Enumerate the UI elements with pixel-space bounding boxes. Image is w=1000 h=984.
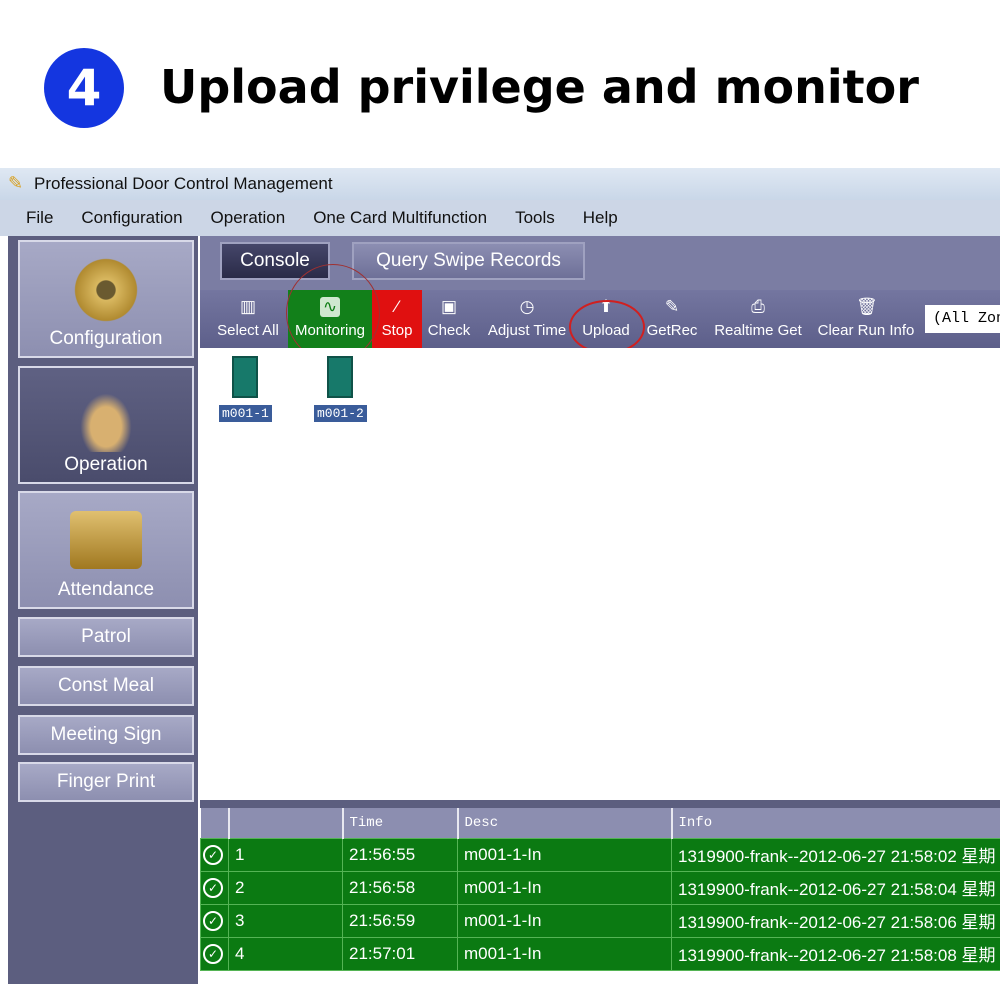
cell-info: 1319900-frank--2012-06-27 21:58:02 星期 <box>671 837 1000 872</box>
cell-info: 1319900-frank--2012-06-27 21:58:04 星期 <box>671 870 1000 905</box>
step-number-badge: 4 <box>44 48 124 128</box>
hand-pointer-icon <box>70 380 142 452</box>
button-label: Check <box>427 322 471 339</box>
col-time[interactable]: Time <box>342 808 459 838</box>
menu-bar: File Configuration Operation One Card Mu… <box>0 200 1000 236</box>
getrec-button[interactable]: ✎ GetRec <box>644 290 700 348</box>
cell-index: 4 <box>228 936 343 971</box>
realtime-get-button[interactable]: ⎙ Realtime Get <box>714 290 802 348</box>
menu-tools[interactable]: Tools <box>515 208 555 228</box>
cell-index: 1 <box>228 837 343 872</box>
zone-select[interactable]: (All Zones) <box>925 305 1000 333</box>
sidebar-label: Attendance <box>57 579 155 600</box>
grid-header: Time Desc Info <box>200 808 1000 838</box>
highlight-circle-upload <box>569 300 645 354</box>
menu-file[interactable]: File <box>26 208 53 228</box>
button-label: Select All <box>217 322 279 339</box>
cell-time: 21:56:58 <box>342 870 458 905</box>
button-label: Stop <box>381 322 413 339</box>
cell-index: 3 <box>228 903 343 938</box>
save-download-icon: ⎙ <box>751 297 765 316</box>
col-desc[interactable]: Desc <box>457 808 673 838</box>
button-label: Adjust Time <box>487 322 567 339</box>
trash-icon: 🗑 <box>856 297 878 316</box>
door-icon[interactable] <box>327 356 353 398</box>
sidebar-item-configuration[interactable]: Configuration <box>18 240 194 358</box>
app-key-icon: ✎ <box>8 173 24 193</box>
sidebar-item-meeting-sign[interactable]: Meeting Sign <box>18 715 194 755</box>
clear-run-info-button[interactable]: 🗑 Clear Run Info <box>816 290 916 348</box>
sidebar-item-attendance[interactable]: Attendance <box>18 491 194 609</box>
id-card-icon <box>70 511 142 569</box>
window-title: Professional Door Control Management <box>0 168 1000 200</box>
check-circle-icon: ✓ <box>203 845 223 865</box>
sidebar-item-operation[interactable]: Operation <box>18 366 194 484</box>
sidebar-item-patrol[interactable]: Patrol <box>18 617 194 657</box>
cell-info: 1319900-frank--2012-06-27 21:58:08 星期 <box>671 936 1000 971</box>
adjust-time-button[interactable]: ◷ Adjust Time <box>486 290 568 348</box>
select-all-button[interactable]: ▥ Select All <box>212 290 284 348</box>
menu-configuration[interactable]: Configuration <box>81 208 182 228</box>
cell-index: 2 <box>228 870 343 905</box>
cell-time: 21:56:59 <box>342 903 458 938</box>
menu-operation[interactable]: Operation <box>211 208 286 228</box>
cell-desc: m001-1-In <box>457 903 672 938</box>
door-label-m001-2[interactable]: m001-2 <box>314 405 367 422</box>
select-all-icon: ▥ <box>239 297 257 316</box>
cell-time: 21:57:01 <box>342 936 458 971</box>
clock-icon: ◷ <box>519 297 535 316</box>
sidebar-item-const-meal[interactable]: Const Meal <box>18 666 194 706</box>
button-label: GetRec <box>646 322 698 339</box>
check-circle-icon: ✓ <box>203 944 223 964</box>
cell-desc: m001-1-In <box>457 870 672 905</box>
records-grid: Time Desc Info ✓ 1 21:56:55 m001-1-In 131990… <box>200 800 1000 984</box>
stop-icon: ⁄ <box>395 297 399 316</box>
door-label-m001-1[interactable]: m001-1 <box>219 405 272 422</box>
sidebar-label: Configuration <box>49 328 163 349</box>
button-label: Realtime Get <box>714 322 802 339</box>
sidebar-item-finger-print[interactable]: Finger Print <box>18 762 194 802</box>
cell-info: 1319900-frank--2012-06-27 21:58:06 星期 <box>671 903 1000 938</box>
table-row[interactable]: ✓ 4 21:57:01 m001-1-In 1319900-frank--2012-0… <box>200 936 1000 971</box>
button-label: Clear Run Info <box>817 322 915 339</box>
table-row[interactable]: ✓ 3 21:56:59 m001-1-In 1319900-frank--2012-0… <box>200 903 1000 938</box>
col-check <box>200 808 230 838</box>
cell-desc: m001-1-In <box>457 936 672 971</box>
menu-help[interactable]: Help <box>583 208 618 228</box>
check-button[interactable]: ▣ Check <box>426 290 472 348</box>
cell-time: 21:56:55 <box>342 837 458 872</box>
check-circle-icon: ✓ <box>203 878 223 898</box>
cell-desc: m001-1-In <box>457 837 672 872</box>
door-icon[interactable] <box>232 356 258 398</box>
sidebar-label: Operation <box>64 454 148 475</box>
table-row[interactable]: ✓ 1 21:56:55 m001-1-In 1319900-frank--2012-0… <box>200 837 1000 872</box>
page-title: Upload privilege and monitor <box>160 60 919 114</box>
col-index <box>228 808 344 838</box>
check-circle-icon: ✓ <box>203 911 223 931</box>
table-row[interactable]: ✓ 2 21:56:58 m001-1-In 1319900-frank--2012-0… <box>200 870 1000 905</box>
getrec-icon: ✎ <box>664 297 680 316</box>
menu-one-card[interactable]: One Card Multifunction <box>313 208 487 228</box>
check-icon: ▣ <box>440 297 458 316</box>
gear-icon <box>70 254 142 326</box>
tab-query-swipe-records[interactable]: Query Swipe Records <box>352 242 585 280</box>
sidebar: Configuration Operation Attendance Patro… <box>8 236 198 984</box>
col-info[interactable]: Info <box>671 808 1000 838</box>
